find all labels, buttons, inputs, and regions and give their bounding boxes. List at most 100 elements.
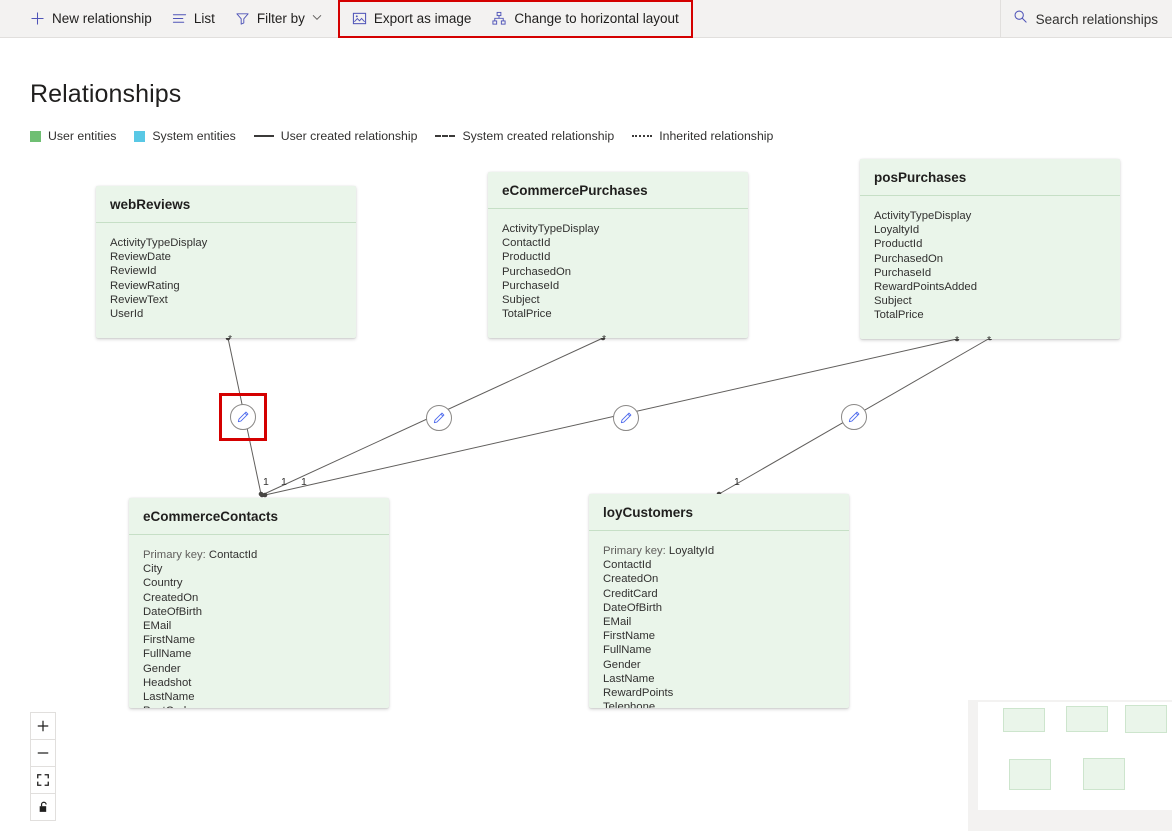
command-bar-left-group: New relationship List Filter by [0, 0, 693, 38]
entity-attribute: FirstName [143, 633, 375, 647]
mini-loyCustomers [1083, 758, 1125, 790]
entity-card-posPurchases[interactable]: posPurchases ActivityTypeDisplayLoyaltyId… [860, 159, 1120, 339]
entity-attribute: CreatedOn [143, 591, 375, 605]
entity-attribute: ActivityTypeDisplay [874, 209, 1106, 223]
cardinality-mark-webReviews-many: * [228, 334, 232, 345]
legend-item-user-entities: User entities [30, 129, 116, 143]
entity-attribute: ContactId [502, 236, 734, 250]
dotted-line-swatch [632, 135, 652, 137]
entity-attribute: Subject [502, 293, 734, 307]
entity-attribute: Country [143, 576, 375, 590]
edit-relationship-button-webReviews-eCommerceContacts[interactable] [230, 404, 256, 430]
entity-attribute: Subject [874, 294, 1106, 308]
entity-attribute: EMail [143, 619, 375, 633]
export-as-image-label: Export as image [374, 12, 472, 26]
minimap-viewport[interactable] [978, 702, 1172, 810]
list-label: List [194, 12, 215, 26]
zoom-out-button[interactable] [31, 740, 55, 767]
zoom-controls [30, 712, 56, 821]
new-relationship-label: New relationship [52, 12, 152, 26]
entity-attribute: ReviewId [110, 264, 342, 278]
cardinality-mark-eCommercePurchases-many: * [602, 334, 606, 345]
search-placeholder-text: Search relationships [1036, 12, 1158, 27]
lock-icon [37, 800, 50, 814]
image-icon [352, 11, 367, 26]
mini-posPurchases [1125, 705, 1167, 733]
entity-attribute: LastName [143, 690, 375, 704]
change-to-horizontal-layout-label: Change to horizontal layout [514, 12, 678, 26]
entity-card-eCommercePurchases[interactable]: eCommercePurchases ActivityTypeDisplayCon… [488, 172, 748, 338]
system-entities-swatch [134, 131, 145, 142]
legend-label: System created relationship [462, 129, 614, 143]
entity-attribute: ReviewDate [110, 250, 342, 264]
filter-by-label: Filter by [257, 12, 305, 26]
page-title: Relationships [30, 80, 181, 109]
mini-eCommercePurchases [1066, 706, 1108, 732]
change-to-horizontal-layout-button[interactable]: Change to horizontal layout [481, 0, 688, 38]
entity-attribute: PurchaseId [874, 266, 1106, 280]
pencil-icon [847, 410, 861, 424]
dashed-line-swatch [435, 135, 455, 137]
legend-item-system-created-relationship: System created relationship [435, 129, 614, 143]
legend-label: System entities [152, 129, 235, 143]
command-bar-right-group: Search relationships [1000, 0, 1172, 38]
list-button[interactable]: List [162, 0, 225, 38]
entity-attribute: CreatedOn [603, 572, 835, 586]
entity-card-eCommerceContacts[interactable]: eCommerceContactsPrimary key: ContactIdC… [129, 498, 389, 708]
entity-header: loyCustomers [589, 494, 849, 531]
cardinality-mark-eCommerceContacts-one-1: 1 [263, 477, 269, 488]
entity-attribute: DateOfBirth [603, 601, 835, 615]
legend-label: User entities [48, 129, 116, 143]
entity-attribute: City [143, 562, 375, 576]
entity-attribute: TotalPrice [874, 308, 1106, 322]
entity-header: eCommerceContacts [129, 498, 389, 535]
zoom-in-button[interactable] [31, 713, 55, 740]
entity-title: eCommercePurchases [502, 183, 648, 198]
export-as-image-button[interactable]: Export as image [342, 0, 482, 38]
entity-attribute-list: ActivityTypeDisplayContactIdProductIdPur… [488, 209, 748, 331]
entity-card-webReviews[interactable]: webReviewsActivityTypeDisplayReviewDateR… [96, 186, 356, 338]
plus-icon [30, 11, 45, 26]
legend-item-system-entities: System entities [134, 129, 235, 143]
lock-button[interactable] [31, 794, 55, 820]
entity-title: loyCustomers [603, 505, 693, 520]
entity-attribute: ReviewRating [110, 279, 342, 293]
edit-relationship-button-posPurchases-loyCustomers[interactable] [841, 404, 867, 430]
entity-header: webReviews [96, 186, 356, 223]
entity-attribute: FullName [143, 647, 375, 661]
cardinality-mark-loyCustomers-one: 1 [734, 477, 740, 488]
cardinality-mark-eCommerceContacts-one-3: 1 [301, 477, 307, 488]
entity-title: posPurchases [874, 170, 966, 185]
fit-to-screen-button[interactable] [31, 767, 55, 794]
relationship-endpoint [259, 492, 264, 497]
entity-attribute: ContactId [603, 558, 835, 572]
entity-attribute: Headshot [143, 676, 375, 690]
entity-primary-key: Primary key: LoyaltyId [603, 544, 835, 558]
search-icon [1013, 9, 1028, 29]
edit-relationship-button-eCommercePurchases-eCommerceContacts[interactable] [426, 405, 452, 431]
entity-attribute: PostCode [143, 704, 375, 708]
filter-icon [235, 11, 250, 26]
edit-relationship-button-posPurchases-eCommerceContacts[interactable] [613, 405, 639, 431]
entity-attribute: Telephone [603, 700, 835, 708]
entity-attribute: DateOfBirth [143, 605, 375, 619]
entity-attribute: CreditCard [603, 587, 835, 601]
highlighted-toolbar-group: Export as image Change to horizontal lay… [338, 0, 693, 38]
search-relationships-input[interactable]: Search relationships [1001, 0, 1158, 38]
entity-attribute: LoyaltyId [874, 223, 1106, 237]
legend-item-inherited-relationship: Inherited relationship [632, 129, 773, 143]
command-bar: New relationship List Filter by [0, 0, 1172, 38]
entity-attribute: ReviewText [110, 293, 342, 307]
entity-attribute: PurchaseId [502, 279, 734, 293]
legend-label: User created relationship [281, 129, 418, 143]
new-relationship-button[interactable]: New relationship [20, 0, 162, 38]
entity-attribute: PurchasedOn [502, 265, 734, 279]
entity-attribute: RewardPointsAdded [874, 280, 1106, 294]
minimap[interactable] [968, 700, 1172, 831]
entity-card-loyCustomers[interactable]: loyCustomers Primary key: LoyaltyIdContac… [589, 494, 849, 708]
entity-attribute: ProductId [502, 250, 734, 264]
entity-attribute: FullName [603, 643, 835, 657]
filter-by-button[interactable]: Filter by [225, 0, 332, 38]
list-icon [172, 11, 187, 26]
cardinality-mark-eCommerceContacts-one-2: 1 [281, 477, 287, 488]
